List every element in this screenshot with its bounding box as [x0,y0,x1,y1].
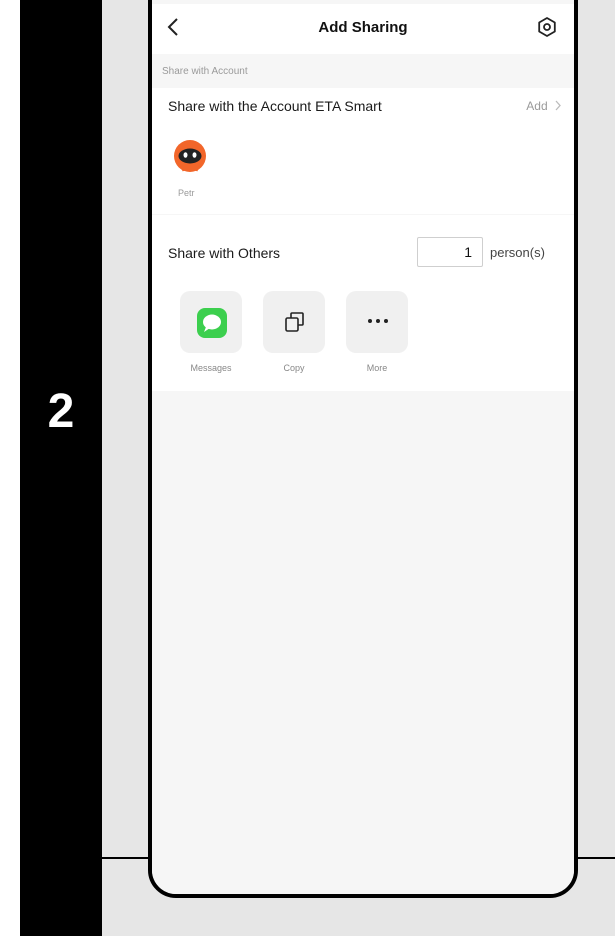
add-account-button[interactable]: Add [526,99,562,113]
step-sidebar [20,0,102,936]
app-screen: Add Sharing Share with Account Share wit… [152,0,574,894]
share-label-messages: Messages [190,363,232,373]
share-label-copy: Copy [283,363,305,373]
chevron-right-icon [551,99,562,113]
add-label: Add [526,99,548,113]
user-name: Petr [178,188,195,198]
nav-bar: Add Sharing [152,4,574,54]
phone-frame: Add Sharing Share with Account Share wit… [148,0,578,898]
messages-tile [180,291,242,353]
messages-icon [197,308,227,338]
copy-tile [263,291,325,353]
copy-icon [284,310,306,334]
share-label-more: More [366,363,388,373]
share-more-button[interactable]: More [346,291,408,373]
more-icon [363,313,393,329]
share-messages-button[interactable]: Messages [180,291,242,373]
others-share-title: Share with Others [168,245,281,261]
share-copy-button[interactable]: Copy [263,291,325,373]
others-share-card: Share with Others 1 person(s) Messages C… [152,215,574,391]
more-tile [346,291,408,353]
account-share-card: Share with the Account ETA Smart Add Pet… [152,88,574,214]
settings-icon[interactable] [536,16,558,38]
person-count-input[interactable]: 1 [417,237,483,267]
section-label-account: Share with Account [162,66,248,77]
page-title: Add Sharing [318,19,408,36]
robot-avatar-icon[interactable] [172,138,208,174]
person-count-unit: person(s) [490,245,545,260]
account-share-title: Share with the Account ETA Smart [168,98,382,114]
step-number: 2 [47,385,75,438]
